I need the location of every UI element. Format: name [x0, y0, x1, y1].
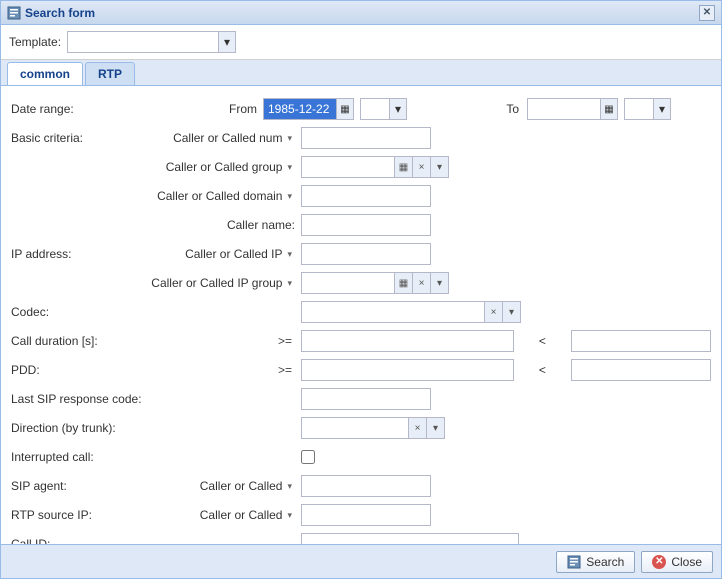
- date-from-field[interactable]: ▦: [263, 98, 354, 120]
- chevron-down-icon[interactable]: ▾: [284, 162, 295, 173]
- template-input[interactable]: [68, 32, 218, 52]
- close-button[interactable]: ✕ Close: [641, 551, 713, 573]
- rtp-source-label: RTP source IP:: [11, 508, 123, 522]
- chevron-down-icon[interactable]: ▾: [284, 191, 295, 202]
- tab-rtp[interactable]: RTP: [85, 62, 135, 85]
- grid-icon[interactable]: ▦: [394, 157, 412, 177]
- time-to-combo[interactable]: ▾: [624, 98, 671, 120]
- date-range-label: Date range:: [11, 102, 123, 116]
- direction-input[interactable]: [302, 418, 408, 438]
- chevron-down-icon[interactable]: ▾: [284, 133, 295, 144]
- ip-input[interactable]: [301, 243, 431, 265]
- basic-criteria-label: Basic criteria:: [11, 131, 123, 145]
- codec-input[interactable]: [302, 302, 484, 322]
- titlebar: Search form ✕: [1, 1, 721, 25]
- codec-label: Codec:: [11, 305, 123, 319]
- ip-address-label: IP address:: [11, 247, 123, 261]
- chevron-down-icon[interactable]: ▾: [284, 510, 295, 521]
- template-row: Template: ▾: [1, 25, 721, 60]
- search-button[interactable]: Search: [556, 551, 635, 573]
- call-id-input[interactable]: [301, 533, 519, 544]
- clear-icon[interactable]: ×: [412, 273, 430, 293]
- chevron-down-icon[interactable]: ▾: [284, 249, 295, 260]
- template-combo[interactable]: ▾: [67, 31, 236, 53]
- ge-operator: >=: [275, 334, 295, 348]
- grid-icon[interactable]: ▦: [394, 273, 412, 293]
- chevron-down-icon[interactable]: ▾: [430, 273, 448, 293]
- domain-input[interactable]: [301, 185, 431, 207]
- last-sip-input[interactable]: [301, 388, 431, 410]
- clear-icon[interactable]: ×: [408, 418, 426, 438]
- bottom-toolbar: Search ✕ Close: [1, 544, 721, 578]
- caller-name-input[interactable]: [301, 214, 431, 236]
- sip-agent-label: SIP agent:: [11, 479, 123, 493]
- caller-name-label: Caller name:: [227, 218, 295, 232]
- num-input[interactable]: [301, 127, 431, 149]
- tab-common[interactable]: common: [7, 62, 83, 85]
- search-form-window: Search form ✕ Template: ▾ common RTP Dat…: [0, 0, 722, 579]
- chevron-down-icon[interactable]: ▾: [218, 32, 235, 52]
- clear-icon[interactable]: ×: [484, 302, 502, 322]
- date-to-input[interactable]: [528, 99, 600, 119]
- group-field[interactable]: ▦ × ▾: [301, 156, 449, 178]
- codec-field[interactable]: × ▾: [301, 301, 521, 323]
- rtp-source-input[interactable]: [301, 504, 431, 526]
- call-duration-label: Call duration [s]:: [11, 334, 123, 348]
- caller-called-num-label: Caller or Called num: [173, 131, 282, 145]
- caller-called-group-label: Caller or Called group: [166, 160, 283, 174]
- search-button-label: Search: [586, 555, 624, 569]
- time-to-input[interactable]: [625, 99, 653, 119]
- sip-agent-input[interactable]: [301, 475, 431, 497]
- template-label: Template:: [9, 35, 61, 49]
- caller-called-ip-label: Caller or Called IP: [185, 247, 282, 261]
- ge-operator: >=: [275, 363, 295, 377]
- pdd-label: PDD:: [11, 363, 123, 377]
- chevron-down-icon[interactable]: ▾: [653, 99, 670, 119]
- chevron-down-icon[interactable]: ▾: [430, 157, 448, 177]
- date-from-input[interactable]: [264, 99, 336, 119]
- group-input[interactable]: [302, 157, 394, 177]
- chevron-down-icon[interactable]: ▾: [502, 302, 520, 322]
- ip-group-input[interactable]: [302, 273, 394, 293]
- last-sip-label: Last SIP response code:: [11, 392, 301, 406]
- caller-called-domain-label: Caller or Called domain: [157, 189, 282, 203]
- date-to-field[interactable]: ▦: [527, 98, 618, 120]
- interrupted-checkbox[interactable]: [301, 450, 315, 464]
- form-icon: [567, 555, 581, 569]
- tab-strip: common RTP: [1, 60, 721, 86]
- pdd-lt-input[interactable]: [571, 359, 711, 381]
- chevron-down-icon[interactable]: ▾: [389, 99, 406, 119]
- clear-icon[interactable]: ×: [412, 157, 430, 177]
- time-from-combo[interactable]: ▾: [360, 98, 407, 120]
- chevron-down-icon[interactable]: ▾: [426, 418, 444, 438]
- lt-operator: <: [514, 334, 571, 348]
- form-body: Date range: From ▦ ▾ To ▦ ▾ Basic: [1, 86, 721, 544]
- pdd-ge-input[interactable]: [301, 359, 514, 381]
- close-button-label: Close: [671, 555, 702, 569]
- call-id-label: Call ID:: [11, 537, 301, 544]
- calendar-icon[interactable]: ▦: [336, 99, 353, 119]
- lt-operator: <: [514, 363, 571, 377]
- from-label: From: [123, 102, 263, 116]
- caller-called-label: Caller or Called: [200, 479, 283, 493]
- window-title: Search form: [25, 6, 95, 20]
- to-label: To: [407, 102, 527, 116]
- chevron-down-icon[interactable]: ▾: [284, 278, 295, 289]
- close-icon: ✕: [652, 555, 666, 569]
- form-icon: [7, 6, 21, 20]
- calendar-icon[interactable]: ▦: [600, 99, 617, 119]
- interrupted-label: Interrupted call:: [11, 450, 301, 464]
- duration-ge-input[interactable]: [301, 330, 514, 352]
- caller-called-ip-group-label: Caller or Called IP group: [151, 276, 282, 290]
- caller-called-label: Caller or Called: [200, 508, 283, 522]
- time-from-input[interactable]: [361, 99, 389, 119]
- window-close-button[interactable]: ✕: [699, 5, 715, 21]
- direction-label: Direction (by trunk):: [11, 421, 301, 435]
- ip-group-field[interactable]: ▦ × ▾: [301, 272, 449, 294]
- chevron-down-icon[interactable]: ▾: [284, 481, 295, 492]
- duration-lt-input[interactable]: [571, 330, 711, 352]
- direction-field[interactable]: × ▾: [301, 417, 445, 439]
